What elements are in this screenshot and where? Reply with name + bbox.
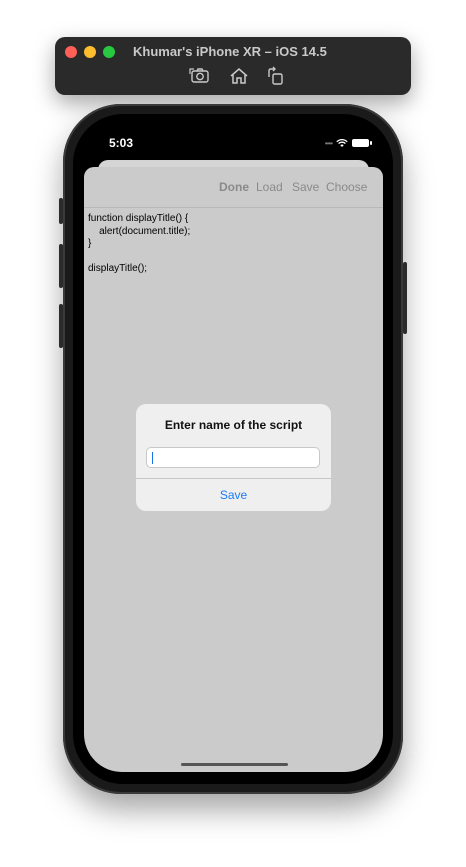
status-indicators: •••• <box>324 138 372 148</box>
window-title: Khumar's iPhone XR – iOS 14.5 <box>133 44 327 59</box>
close-window-button[interactable] <box>65 46 77 58</box>
script-name-input[interactable] <box>146 447 320 468</box>
battery-icon <box>352 139 372 147</box>
done-button[interactable]: Done <box>219 180 249 194</box>
silent-switch <box>59 198 63 224</box>
volume-up-button <box>59 244 63 288</box>
choose-button[interactable]: Choose <box>326 180 367 194</box>
navigation-bar: Done Load Save Choose <box>84 167 383 208</box>
volume-down-button <box>59 304 63 348</box>
load-button[interactable]: Load <box>256 180 283 194</box>
save-button[interactable]: Save <box>292 180 319 194</box>
rotate-icon[interactable] <box>265 66 287 86</box>
script-text-view[interactable]: function displayTitle() { alert(document… <box>88 213 190 276</box>
cellular-signal-icon: •••• <box>324 138 333 148</box>
device-screen: 5:03 •••• Done Load Save Choose function… <box>84 124 383 772</box>
simulator-title-bar: Khumar's iPhone XR – iOS 14.5 <box>55 37 411 95</box>
text-cursor <box>152 452 153 464</box>
power-button <box>403 262 407 334</box>
name-script-alert: Enter name of the script Save <box>136 404 331 511</box>
camera-icon[interactable] <box>189 66 211 86</box>
alert-save-button[interactable]: Save <box>136 479 331 511</box>
home-icon[interactable] <box>228 66 250 86</box>
alert-title: Enter name of the script <box>164 418 303 432</box>
zoom-window-button[interactable] <box>103 46 115 58</box>
minimize-window-button[interactable] <box>84 46 96 58</box>
wifi-icon <box>336 138 348 148</box>
status-time: 5:03 <box>109 136 134 150</box>
home-indicator[interactable] <box>181 763 288 766</box>
